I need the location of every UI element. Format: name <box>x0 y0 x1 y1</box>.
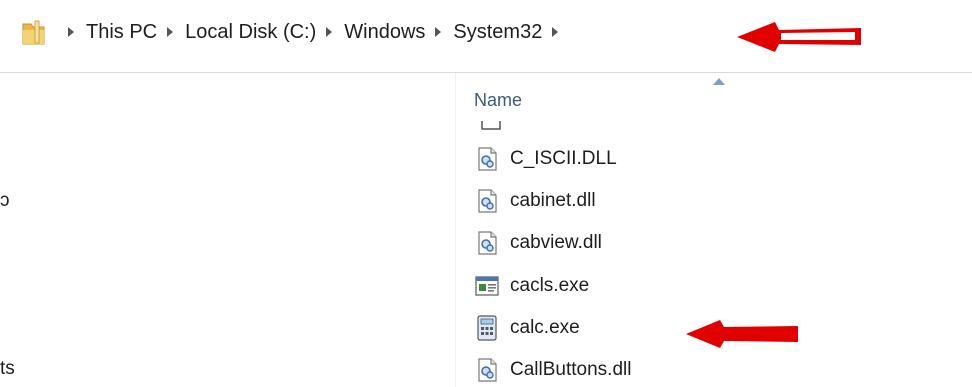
annotation-arrow-icon <box>737 22 861 52</box>
breadcrumb-chevron-icon[interactable] <box>431 22 445 42</box>
file-name: cabview.dll <box>510 232 602 253</box>
file-name: calc.exe <box>510 317 580 338</box>
file-icon <box>481 121 501 130</box>
file-row[interactable]: calc.exe <box>474 313 580 343</box>
breadcrumb-chevron-icon[interactable] <box>64 22 78 42</box>
sort-ascending-icon <box>713 78 725 85</box>
breadcrumb-chevron-icon[interactable] <box>548 22 562 42</box>
pane-splitter[interactable] <box>455 73 456 387</box>
calculator-icon <box>477 315 497 341</box>
breadcrumb-this-pc[interactable]: This PC <box>84 21 159 44</box>
annotation-arrow-icon <box>686 320 798 348</box>
breadcrumb-windows[interactable]: Windows <box>342 21 427 44</box>
file-row[interactable]: cabinet.dll <box>474 186 596 216</box>
breadcrumb-chevron-icon[interactable] <box>322 22 336 42</box>
breadcrumb-system32[interactable]: System32 <box>451 21 544 44</box>
file-name: cacls.exe <box>510 275 590 296</box>
file-row[interactable]: cabview.dll <box>474 228 602 258</box>
dll-icon <box>478 358 497 382</box>
breadcrumb-chevron-icon[interactable] <box>163 22 177 42</box>
folder-icon <box>22 20 45 45</box>
exe-window-icon <box>475 276 499 296</box>
dll-icon <box>478 189 497 213</box>
navigation-pane[interactable]: ɔ ts <box>0 73 455 387</box>
nav-item-fragment[interactable]: ts <box>0 358 15 380</box>
file-row[interactable]: C_ISCII.DLL <box>474 144 617 174</box>
file-name: CallButtons.dll <box>510 359 632 380</box>
dll-icon <box>478 147 497 171</box>
nav-item-fragment[interactable]: ɔ <box>0 190 10 212</box>
column-header-name[interactable]: Name <box>474 90 522 111</box>
breadcrumb-local-disk[interactable]: Local Disk (C:) <box>183 21 318 44</box>
file-name: C_ISCII.DLL <box>510 148 617 169</box>
dll-icon <box>478 231 497 255</box>
file-name: cabinet.dll <box>510 190 596 211</box>
file-row[interactable]: cacls.exe <box>474 271 589 301</box>
file-row[interactable]: CallButtons.dll <box>474 355 631 385</box>
